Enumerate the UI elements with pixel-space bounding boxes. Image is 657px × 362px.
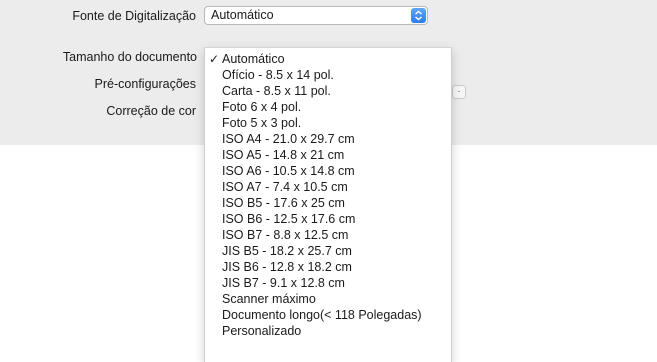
menu-item-label: ISO B5 - 17.6 x 25 cm [222,196,345,210]
scan-source-select[interactable]: Automático [204,6,428,25]
menu-item-foto-5x3[interactable]: Foto 5 x 3 pol. [205,115,451,131]
menu-item-jis-b5[interactable]: JIS B5 - 18.2 x 25.7 cm [205,243,451,259]
menu-item-iso-a7[interactable]: ISO A7 - 7.4 x 10.5 cm [205,179,451,195]
color-correction-label: Correção de cor [106,104,196,118]
menu-item-documento-longo[interactable]: Documento longo(< 118 Polegadas) [205,307,451,323]
menu-item-automatico[interactable]: ✓ Automático [205,51,451,67]
menu-item-label: ISO B6 - 12.5 x 17.6 cm [222,212,356,226]
menu-item-label: ISO A5 - 14.8 x 21 cm [222,148,345,162]
presets-label: Pré-configurações [94,77,196,91]
menu-item-label: ISO B7 - 8.8 x 12.5 cm [222,228,349,242]
menu-item-iso-a6[interactable]: ISO A6 - 10.5 x 14.8 cm [205,163,451,179]
menu-item-personalizado[interactable]: Personalizado [205,323,451,339]
menu-item-iso-b5[interactable]: ISO B5 - 17.6 x 25 cm [205,195,451,211]
menu-item-carta[interactable]: Carta - 8.5 x 11 pol. [205,83,451,99]
menu-item-iso-b7[interactable]: ISO B7 - 8.8 x 12.5 cm [205,227,451,243]
menu-item-iso-b6[interactable]: ISO B6 - 12.5 x 17.6 cm [205,211,451,227]
menu-item-label: Foto 5 x 3 pol. [222,116,302,130]
menu-item-label: ISO A7 - 7.4 x 10.5 cm [222,180,348,194]
updown-chevron-icon [411,8,426,23]
menu-item-jis-b6[interactable]: JIS B6 - 12.8 x 18.2 cm [205,259,451,275]
menu-item-label: Foto 6 x 4 pol. [222,100,302,114]
menu-item-label: Documento longo(< 118 Polegadas) [222,308,422,322]
menu-item-label: Scanner máximo [222,292,316,306]
document-size-label: Tamanho do documento [62,50,197,64]
menu-item-label: Automático [222,52,285,66]
menu-item-oficio[interactable]: Ofício - 8.5 x 14 pol. [205,67,451,83]
menu-item-label: Ofício - 8.5 x 14 pol. [222,68,334,82]
menu-item-label: Personalizado [222,324,302,338]
menu-item-label: Carta - 8.5 x 11 pol. [222,84,331,98]
menu-item-foto-6x4[interactable]: Foto 6 x 4 pol. [205,99,451,115]
menu-item-iso-a5[interactable]: ISO A5 - 14.8 x 21 cm [205,147,451,163]
menu-item-scanner-maximo[interactable]: Scanner máximo [205,291,451,307]
scan-source-label: Fonte de Digitalização [72,9,196,23]
checkmark-icon: ✓ [209,52,220,66]
menu-item-label: JIS B7 - 9.1 x 12.8 cm [222,276,345,290]
scan-source-value: Automático [211,8,274,22]
menu-item-label: ISO A6 - 10.5 x 14.8 cm [222,164,355,178]
menu-item-jis-b7[interactable]: JIS B7 - 9.1 x 12.8 cm [205,275,451,291]
presets-remove-button[interactable]: - [452,85,466,99]
document-size-dropdown-menu: ✓ Automático Ofício - 8.5 x 14 pol. Cart… [204,47,452,362]
menu-item-label: JIS B5 - 18.2 x 25.7 cm [222,244,352,258]
menu-item-label: JIS B6 - 12.8 x 18.2 cm [222,260,352,274]
menu-item-iso-a4[interactable]: ISO A4 - 21.0 x 29.7 cm [205,131,451,147]
menu-item-label: ISO A4 - 21.0 x 29.7 cm [222,132,355,146]
